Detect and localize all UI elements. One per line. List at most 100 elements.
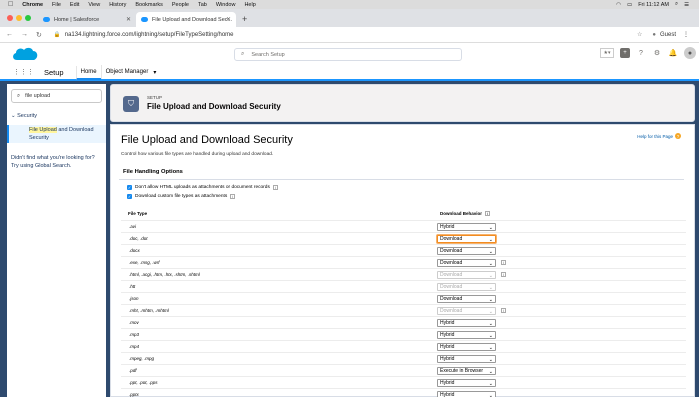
table-row: .html, .acgi, .htm, .htx, .shtm, .shtml D… [121,268,686,280]
reload-icon[interactable]: ↻ [36,31,42,39]
file-type-cell: .mp4 [129,344,140,349]
file-type-cell: .pptx [129,392,139,397]
menu-help[interactable]: Help [244,2,255,8]
help-link[interactable]: Help for this Page ? [637,133,681,139]
download-behavior-select[interactable]: Hybrid ⌄ [437,378,496,387]
file-type-cell: .mov [129,320,139,325]
select-value: Download [440,259,463,266]
profile-button[interactable]: ☆ ● Guest ⋮ [637,31,689,39]
menu-edit[interactable]: Edit [70,2,79,8]
download-behavior-select[interactable]: Hybrid ⌄ [437,390,496,397]
info-icon[interactable]: i [501,308,506,313]
menu-bookmarks[interactable]: Bookmarks [135,2,163,8]
menu-tab[interactable]: Tab [198,2,207,8]
checkbox-label: Download custom file types as attachment… [135,194,228,199]
app-name: Setup [44,67,64,77]
download-behavior-select[interactable]: Hybrid ⌄ [437,342,496,351]
checkbox-download-custom-types[interactable]: ✓ [127,194,132,199]
avatar-icon: ● [652,31,656,38]
zoom-window-icon[interactable] [25,15,31,21]
notifications-bell-icon[interactable]: 🔔 [668,48,678,58]
profile-label: Guest [659,31,676,38]
tab-object-manager[interactable]: Object Manager ▾ [100,65,161,79]
window-controls [7,15,31,21]
close-window-icon[interactable] [7,15,13,21]
salesforce-logo-icon[interactable] [11,46,39,63]
info-icon[interactable]: i [501,272,506,277]
minimize-window-icon[interactable] [16,15,22,21]
app-launcher-icon[interactable]: ⋮⋮⋮ [13,68,34,76]
table-row: .mp4 Hybrid ⌄ [121,340,686,352]
header-utility-icons: ★▾ + ? ⚙ 🔔 ● [600,47,696,59]
checkbox-no-html-uploads[interactable]: ✓ [127,185,132,190]
download-behavior-select: Download ⌄ [437,306,496,315]
menu-list-icon[interactable]: ☰ [684,2,689,8]
global-actions-icon[interactable]: + [620,48,630,58]
download-behavior-select[interactable]: Download ⌄ [437,294,496,303]
no-results-note: Didn't find what you're looking for? Try… [11,155,95,169]
favorites-icon[interactable]: ★▾ [600,48,614,58]
select-value: Hybrid [440,391,455,397]
back-icon[interactable]: ← [6,31,13,39]
chevron-down-icon: ⌄ [488,392,493,397]
battery-icon[interactable]: ▭ [627,2,632,8]
menu-history[interactable]: History [109,2,126,8]
page-title: File Upload and Download Security [121,134,293,146]
search-icon[interactable]: ⌕ [675,1,678,8]
tab-object-manager-label: Object Manager [105,69,149,75]
address-bar[interactable]: 🔒 na134.lightning.force.com/lightning/se… [54,32,234,38]
download-behavior-select[interactable]: Download ⌄ [437,246,496,255]
search-icon: ⌕ [17,92,21,99]
file-type-cell: .mp3 [129,332,140,337]
clock[interactable]: Fri 11:12 AM [638,2,669,8]
file-type-cell: .docx [129,248,140,253]
info-icon[interactable]: i [485,211,491,216]
file-type-cell: .exe, .msg, .wrf [129,260,160,265]
wifi-icon[interactable]: ◠ [616,2,621,8]
salesforce-favicon-icon [141,17,148,22]
download-behavior-select[interactable]: Hybrid ⌄ [437,318,496,327]
app-navigation: ⋮⋮⋮ Setup Home Object Manager ▾ [0,65,699,81]
tree-section-security[interactable]: ⌄ Security [11,113,37,119]
info-icon[interactable]: i [501,260,506,265]
help-icon[interactable]: ? [636,48,646,58]
table-row: .htt Download ⌄ [121,280,686,292]
setup-gear-icon[interactable]: ⚙ [652,48,662,58]
tab-label: Home | Salesforce [54,16,100,23]
menu-people[interactable]: People [172,2,189,8]
new-tab-button[interactable]: + [242,14,247,24]
select-value: Hybrid [440,223,455,230]
table-row: .pdf Execute in Browser ⌄ [121,364,686,376]
tree-item-file-upload-security[interactable]: File Upload and Download Security [7,125,106,143]
forward-icon[interactable]: → [21,31,28,39]
table-row: .pptx Hybrid ⌄ [121,388,686,397]
menu-file[interactable]: File [52,2,61,8]
download-behavior-select[interactable]: Execute in Browser ⌄ [437,366,496,375]
chevron-down-icon: ⌄ [488,224,493,231]
select-value: Hybrid [440,355,455,362]
menu-window[interactable]: Window [216,2,236,8]
close-tab-icon[interactable]: ✕ [126,16,131,23]
download-behavior-select[interactable]: Hybrid ⌄ [437,330,496,339]
download-behavior-select[interactable]: Download ⌄ [437,258,496,267]
menu-app-chrome[interactable]: Chrome [22,2,43,8]
setup-search-input[interactable]: ⌕ Search Setup [234,48,462,61]
star-icon[interactable]: ☆ [637,31,642,38]
user-avatar[interactable]: ● [684,47,696,59]
apple-icon[interactable]:  [8,1,13,8]
tab-home[interactable]: Home [75,66,101,80]
browser-tab-file-upload[interactable]: File Upload and Download Sec... ✕ [136,12,236,27]
download-behavior-select[interactable]: Download ⌄ [437,234,496,243]
chevron-down-icon: ⌄ [488,308,493,315]
download-behavior-select[interactable]: Hybrid ⌄ [437,222,496,231]
menu-view[interactable]: View [88,2,100,8]
quick-find-input[interactable]: ⌕ file upload [11,89,102,103]
kebab-menu-icon[interactable]: ⋮ [683,31,689,38]
download-behavior-select[interactable]: Hybrid ⌄ [437,354,496,363]
close-tab-icon[interactable]: ✕ [226,16,231,23]
chevron-down-icon: ⌄ [488,296,493,303]
info-icon[interactable]: i [272,185,278,190]
chevron-down-icon[interactable]: ▾ [153,69,156,76]
browser-tab-home[interactable]: Home | Salesforce ✕ [38,12,136,27]
info-icon[interactable]: i [230,194,236,199]
